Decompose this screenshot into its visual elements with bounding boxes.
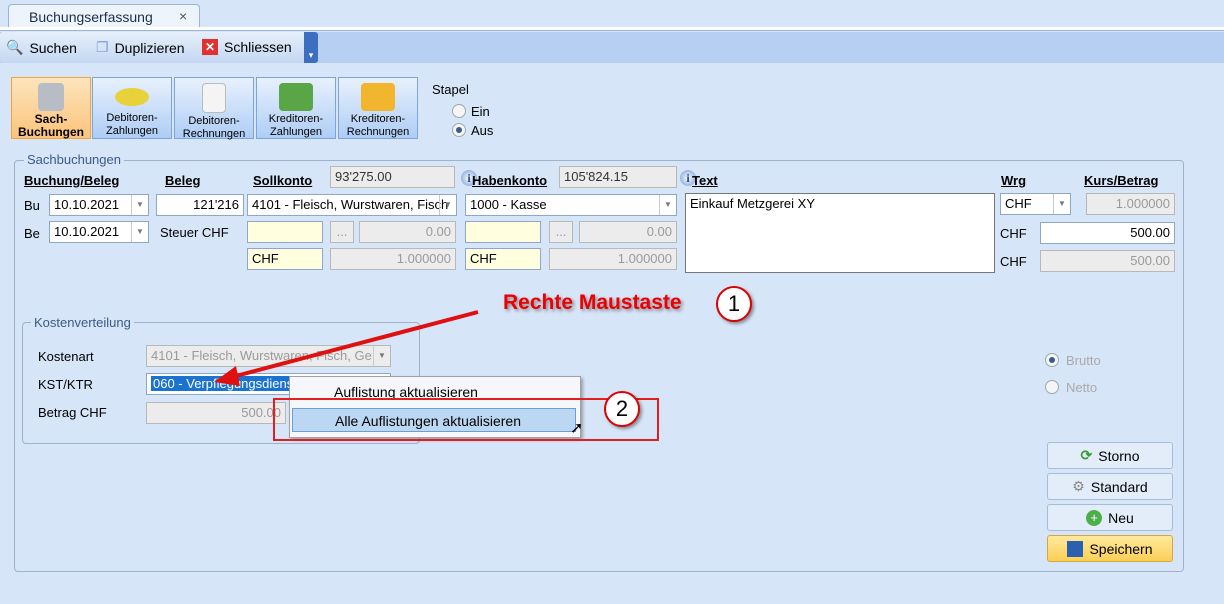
arrow-head [214,366,240,386]
annotation-text: Rechte Maustaste [503,291,682,314]
step-1-badge: 1 [716,286,752,322]
arrow-line [231,310,479,379]
step-2-badge: 2 [604,391,640,427]
